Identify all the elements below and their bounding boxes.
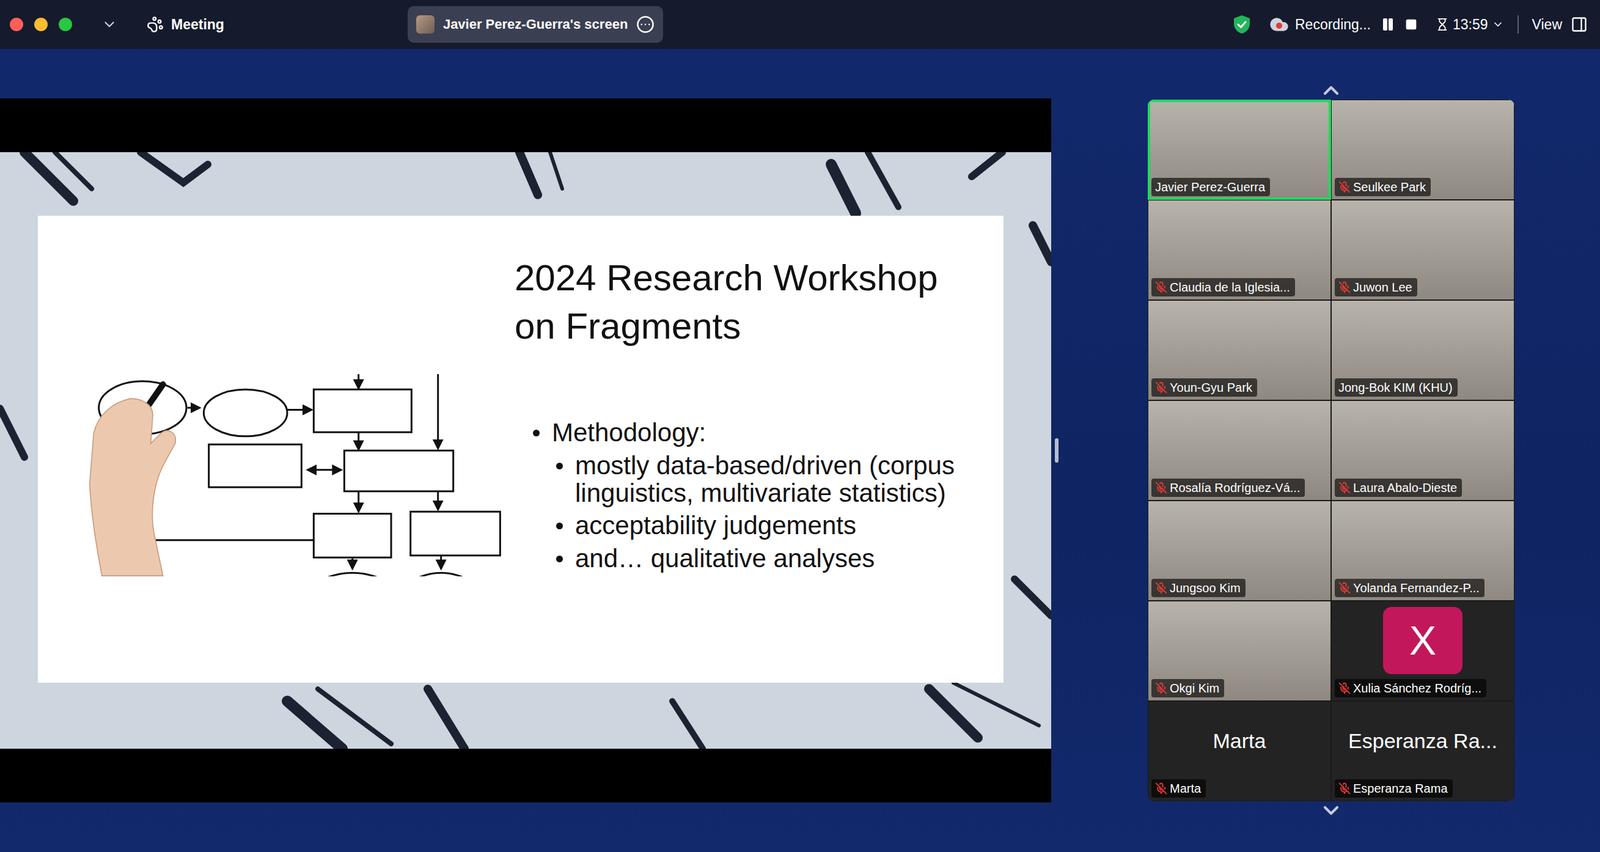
letterbox-band xyxy=(0,748,1052,803)
participant-tile[interactable]: Rosalía Rodríguez-Vá... xyxy=(1147,400,1332,501)
participant-name-label: Seulkee Park xyxy=(1334,177,1431,197)
bullet-list: Methodology: mostly data-based/driven (co… xyxy=(514,418,980,577)
participant-tile[interactable]: Seulkee Park xyxy=(1331,99,1515,200)
muted-mic-icon xyxy=(1338,481,1351,494)
participant-name: Rosalía Rodríguez-Vá... xyxy=(1169,480,1300,496)
muted-mic-icon xyxy=(1338,782,1351,795)
bullet-item: Methodology: xyxy=(514,418,980,447)
participant-name: Marta xyxy=(1169,781,1201,796)
participant-gallery: Javier Perez-Guerra Seulkee Park Claudia d… xyxy=(1147,81,1515,820)
muted-mic-icon xyxy=(1155,481,1168,494)
presenter-avatar xyxy=(416,15,435,34)
participant-name-label: Jungsoo Kim xyxy=(1151,578,1246,598)
participant-name: Laura Abalo-Dieste xyxy=(1353,480,1457,496)
participant-name: Claudia de la Iglesia... xyxy=(1169,279,1291,295)
muted-mic-icon xyxy=(1155,281,1168,294)
participant-name-label: Rosalía Rodríguez-Vá... xyxy=(1151,478,1305,497)
participant-tile[interactable]: Esperanza Ra... Esperanza Rama xyxy=(1331,700,1515,802)
muted-mic-icon xyxy=(1155,782,1168,795)
top-bar: Meeting Javier Perez-Guerra's screen Recor… xyxy=(0,0,1600,49)
resize-handle[interactable] xyxy=(1054,438,1059,463)
screen-share-pill[interactable]: Javier Perez-Guerra's screen xyxy=(407,6,664,43)
participant-name-label: Javier Perez-Guerra xyxy=(1151,177,1270,197)
slide-card: 2024 Research Workshopon Fragments Method… xyxy=(37,215,1004,683)
recording-status[interactable]: Recording... xyxy=(1269,14,1371,35)
view-layout-icon xyxy=(1570,15,1588,34)
scroll-up-icon[interactable] xyxy=(1318,78,1344,103)
participant-name-label: Laura Abalo-Dieste xyxy=(1334,478,1462,497)
participant-tile[interactable]: Claudia de la Iglesia... xyxy=(1147,199,1332,301)
participant-name-label: Okgi Kim xyxy=(1151,678,1225,698)
stop-recording-icon[interactable] xyxy=(1405,18,1418,31)
pause-recording-icon[interactable] xyxy=(1380,17,1396,32)
muted-mic-icon xyxy=(1338,682,1351,695)
participant-tile[interactable]: Jungsoo Kim xyxy=(1147,500,1332,601)
participant-name: Juwon Lee xyxy=(1353,279,1413,295)
participant-name: Xulia Sánchez Rodríg... xyxy=(1353,680,1482,696)
participant-tile[interactable]: Youn-Gyu Park xyxy=(1147,300,1332,401)
participant-tile[interactable]: X Xulia Sánchez Rodríg... xyxy=(1331,600,1515,701)
participant-display-name: Marta xyxy=(1213,729,1267,753)
participant-name: Seulkee Park xyxy=(1353,179,1426,195)
meeting-title[interactable]: Meeting xyxy=(146,15,225,34)
window-controls xyxy=(9,17,73,32)
participant-name-label: Xulia Sánchez Rodríg... xyxy=(1334,678,1487,698)
participant-name-label: Esperanza Rama xyxy=(1334,779,1453,798)
participant-name: Javier Perez-Guerra xyxy=(1155,179,1266,195)
muted-mic-icon xyxy=(1338,281,1351,294)
meeting-timer[interactable]: 13:59 xyxy=(1435,16,1505,34)
view-button[interactable]: View xyxy=(1532,15,1588,34)
participant-name-label: Juwon Lee xyxy=(1334,278,1418,297)
muted-mic-icon xyxy=(1338,581,1351,595)
participant-display-name: Esperanza Ra... xyxy=(1348,729,1498,753)
participant-name: Okgi Kim xyxy=(1169,680,1220,696)
participant-name-label: Jong-Bok KIM (KHU) xyxy=(1334,378,1458,397)
zoom-button[interactable] xyxy=(58,17,73,32)
muted-mic-icon xyxy=(1155,381,1168,394)
participant-tile[interactable]: Yolanda Fernandez-P... xyxy=(1331,500,1515,601)
participant-tile[interactable]: Laura Abalo-Dieste xyxy=(1331,400,1515,501)
participant-tile[interactable]: Juwon Lee xyxy=(1331,199,1515,301)
close-button[interactable] xyxy=(9,17,24,32)
participant-name: Youn-Gyu Park xyxy=(1169,380,1253,395)
zoom-meeting-window: Meeting Javier Perez-Guerra's screen Recor… xyxy=(0,0,1600,852)
flowchart-illustration xyxy=(79,371,508,577)
participant-avatar: X xyxy=(1383,606,1463,675)
slide-title: 2024 Research Workshopon Fragments xyxy=(514,253,980,351)
muted-mic-icon xyxy=(1338,180,1351,194)
presentation-slide: 2024 Research Workshopon Fragments Method… xyxy=(0,152,1052,749)
scroll-down-icon[interactable] xyxy=(1318,798,1344,823)
participant-name: Yolanda Fernandez-P... xyxy=(1353,580,1480,596)
sub-bullet-item: and… qualitative analyses xyxy=(514,544,980,573)
hourglass-icon xyxy=(1435,17,1450,32)
sub-bullet-item: mostly data-based/driven (corpus linguis… xyxy=(514,451,980,508)
hand-drawing-icon xyxy=(89,384,177,576)
meeting-content: 2024 Research Workshopon Fragments Method… xyxy=(0,48,1600,852)
participant-tile[interactable]: Marta Marta xyxy=(1147,700,1332,802)
participant-tile[interactable]: Okgi Kim xyxy=(1147,600,1332,701)
participant-tile[interactable]: Jong-Bok KIM (KHU) xyxy=(1331,300,1515,401)
letterbox-band xyxy=(0,98,1052,153)
participant-name-label: Claudia de la Iglesia... xyxy=(1151,278,1296,297)
participant-name: Jong-Bok KIM (KHU) xyxy=(1338,380,1453,395)
shared-screen: 2024 Research Workshopon Fragments Method… xyxy=(0,98,1052,803)
sub-bullet-item: acceptability judgements xyxy=(514,511,980,540)
participant-name: Esperanza Rama xyxy=(1353,781,1448,796)
shield-check-icon[interactable] xyxy=(1232,14,1252,35)
chevron-down-icon[interactable] xyxy=(101,16,118,33)
meeting-icon xyxy=(146,15,164,34)
participant-name-label: Yolanda Fernandez-P... xyxy=(1334,578,1485,598)
muted-mic-icon xyxy=(1155,682,1168,695)
participant-name: Jungsoo Kim xyxy=(1169,580,1241,596)
participant-name-label: Marta xyxy=(1151,779,1206,798)
minimize-button[interactable] xyxy=(34,17,48,32)
chevron-down-icon xyxy=(1491,18,1505,31)
participant-name-label: Youn-Gyu Park xyxy=(1151,378,1258,397)
more-options-icon[interactable] xyxy=(636,15,655,34)
muted-mic-icon xyxy=(1155,581,1168,595)
participant-tile[interactable]: Javier Perez-Guerra xyxy=(1147,99,1332,200)
